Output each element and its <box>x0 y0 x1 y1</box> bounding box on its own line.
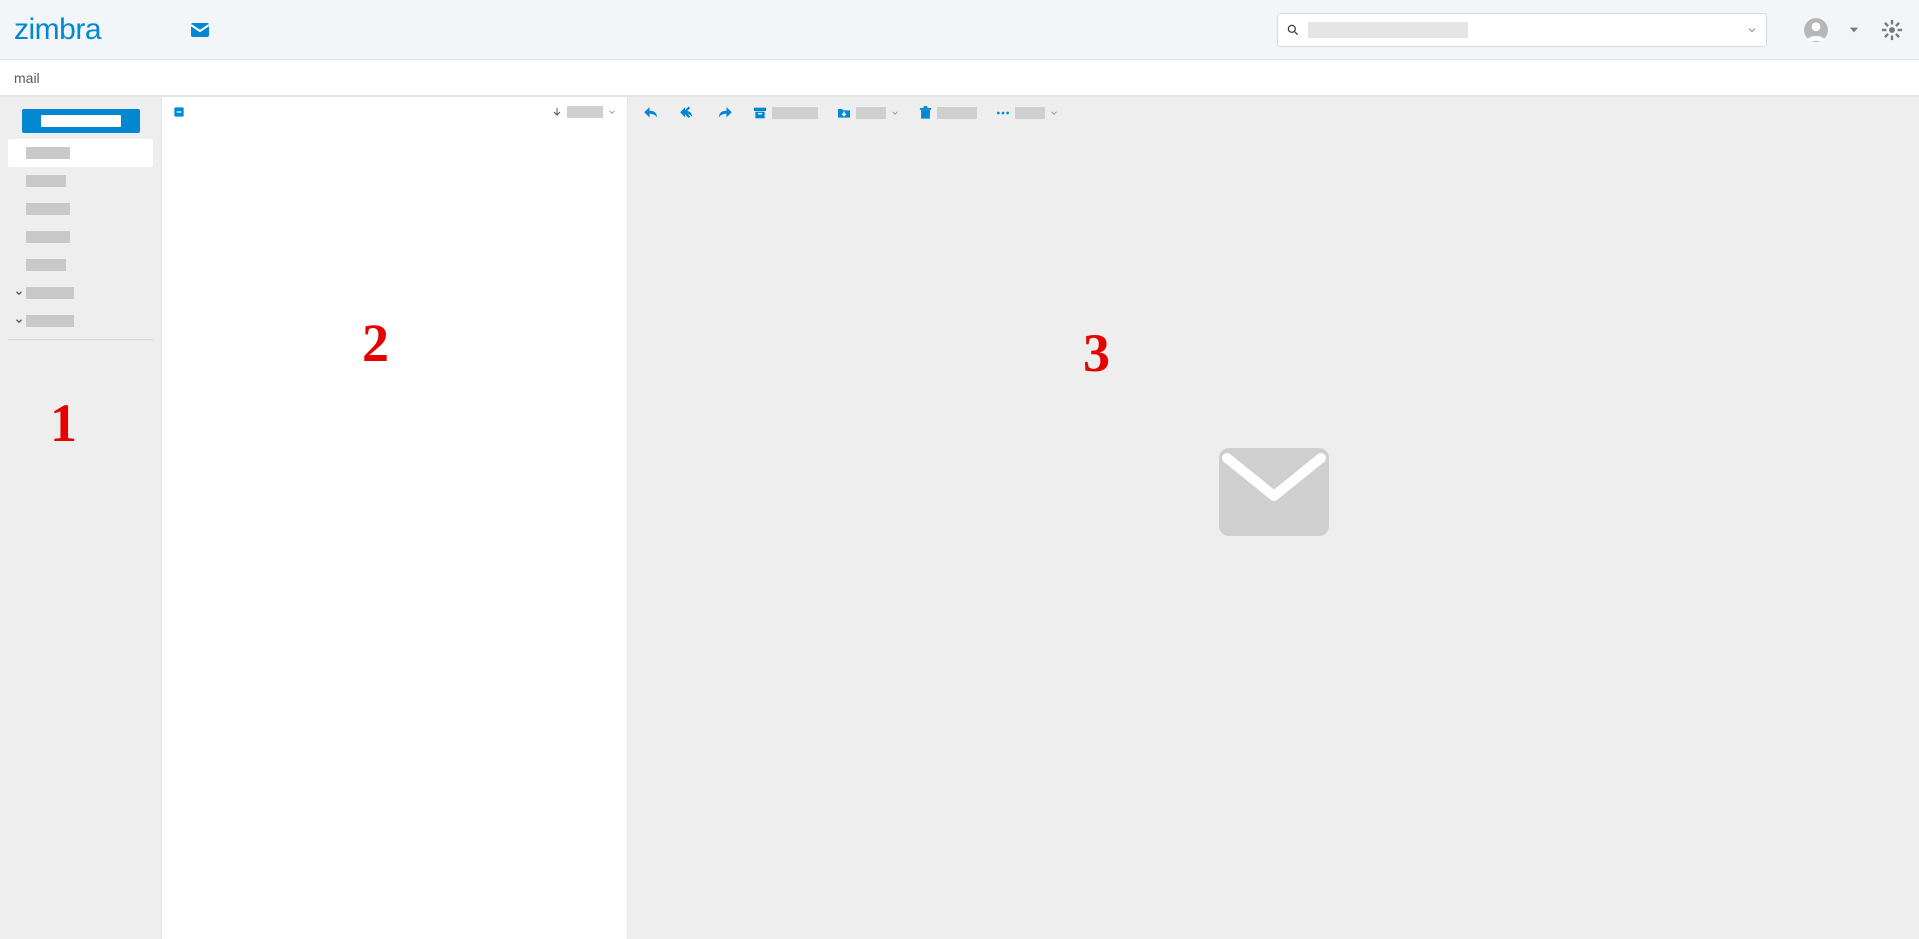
search-placeholder <box>1308 22 1468 38</box>
sort-arrow-down-icon[interactable] <box>551 106 563 118</box>
archive-label <box>772 107 818 119</box>
delete-button[interactable] <box>918 105 977 121</box>
forward-button[interactable] <box>716 104 734 122</box>
folder-item-expandable[interactable] <box>8 279 153 307</box>
reply-all-icon <box>678 104 698 122</box>
empty-envelope-icon <box>1219 448 1329 536</box>
tab-bar: mail <box>0 60 1919 96</box>
more-label <box>1015 107 1045 119</box>
folder-label <box>26 147 70 159</box>
folder-sidebar: 1 <box>0 97 162 939</box>
sort-label[interactable] <box>567 106 603 118</box>
dropdown-caret-icon[interactable] <box>1841 17 1867 43</box>
chevron-down-icon[interactable] <box>12 288 26 298</box>
message-toolbar <box>628 97 1919 129</box>
chevron-down-icon[interactable] <box>1746 24 1758 36</box>
logo-text: zimbra <box>14 13 101 47</box>
trash-icon <box>918 105 933 121</box>
annotation-3: 3 <box>1083 322 1110 384</box>
more-button[interactable] <box>995 105 1059 121</box>
folder-item[interactable] <box>8 251 153 279</box>
settings-gear-icon[interactable] <box>1879 17 1905 43</box>
reply-all-button[interactable] <box>678 104 698 122</box>
app-logo[interactable]: zimbra <box>14 13 174 47</box>
folder-item[interactable] <box>8 167 153 195</box>
reply-icon <box>642 104 660 122</box>
folder-label <box>26 231 70 243</box>
annotation-2: 2 <box>362 312 389 374</box>
folder-label <box>26 203 70 215</box>
archive-icon <box>752 105 768 121</box>
folder-label <box>26 287 74 299</box>
search-icon <box>1286 23 1300 37</box>
chevron-down-icon[interactable] <box>12 316 26 326</box>
reading-pane: 3 <box>628 97 1919 939</box>
message-list-header <box>162 97 627 127</box>
header-actions <box>1803 17 1905 43</box>
move-button[interactable] <box>836 105 900 121</box>
message-list-pane: 2 <box>162 97 628 939</box>
mail-app-icon[interactable] <box>186 16 214 44</box>
move-label <box>856 107 886 119</box>
chevron-down-icon[interactable] <box>607 107 617 117</box>
archive-button[interactable] <box>752 105 818 121</box>
folder-label <box>26 315 74 327</box>
folder-item[interactable] <box>8 223 153 251</box>
chevron-down-icon[interactable] <box>1049 108 1059 118</box>
compose-button[interactable] <box>22 109 140 133</box>
move-folder-icon <box>836 105 852 121</box>
folder-item-expandable[interactable] <box>8 307 153 335</box>
folder-label <box>26 175 66 187</box>
more-icon <box>995 105 1011 121</box>
tab-mail[interactable]: mail <box>14 70 40 86</box>
folder-item[interactable] <box>8 139 153 167</box>
folder-label <box>26 259 66 271</box>
annotation-1: 1 <box>50 392 77 454</box>
search-box[interactable] <box>1277 13 1767 47</box>
divider <box>8 339 153 340</box>
forward-icon <box>716 104 734 122</box>
folder-item[interactable] <box>8 195 153 223</box>
compose-button-label <box>41 115 121 127</box>
main-layout: 1 2 <box>0 96 1919 939</box>
collapse-all-icon[interactable] <box>172 105 186 119</box>
chevron-down-icon[interactable] <box>890 108 900 118</box>
app-header: zimbra <box>0 0 1919 60</box>
delete-label <box>937 107 977 119</box>
reply-button[interactable] <box>642 104 660 122</box>
account-icon[interactable] <box>1803 17 1829 43</box>
